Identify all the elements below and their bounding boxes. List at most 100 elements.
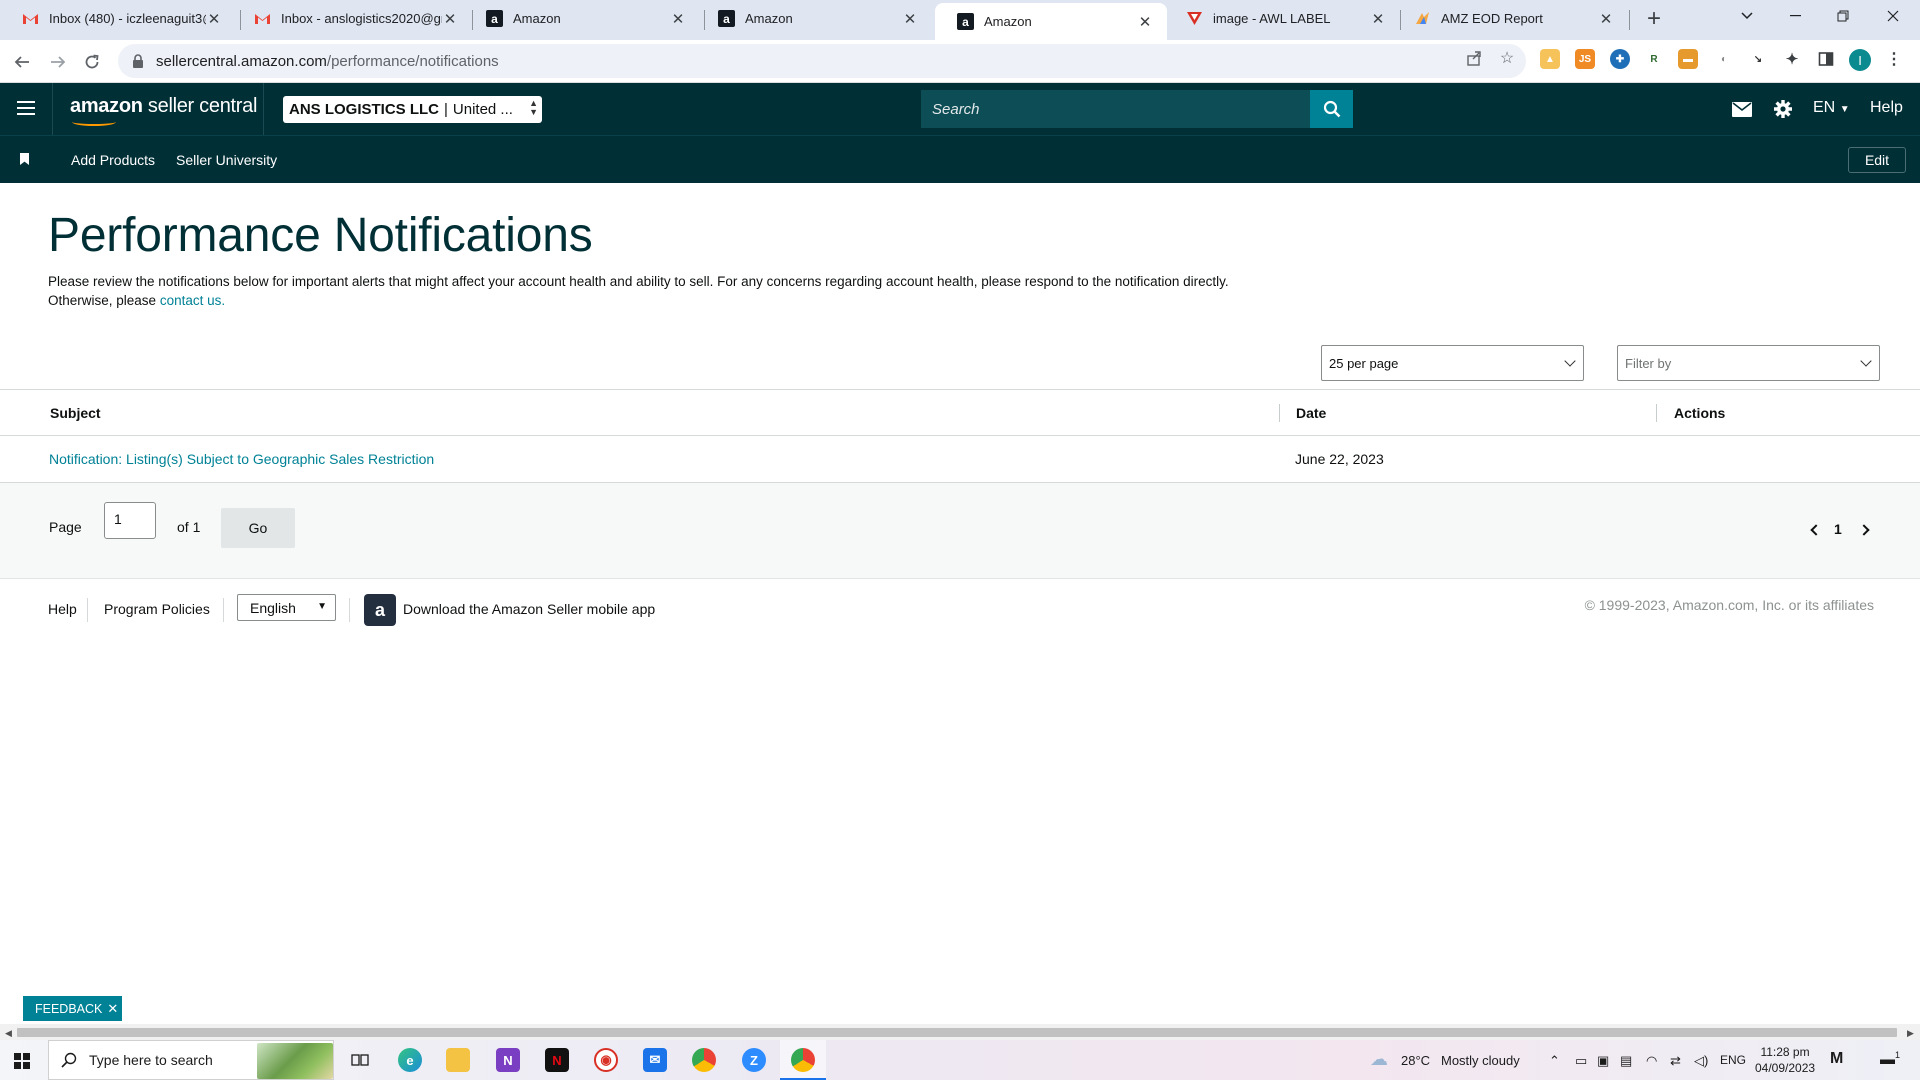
filter-select[interactable]: Filter by xyxy=(1617,345,1880,381)
battery-icon[interactable]: ▭ xyxy=(1575,1053,1587,1069)
extension-icon[interactable]: ✚ xyxy=(1610,49,1630,69)
tab-search-icon[interactable] xyxy=(1724,0,1770,32)
edit-button[interactable]: Edit xyxy=(1848,147,1906,173)
network-icon[interactable]: ⇄ xyxy=(1670,1053,1681,1069)
search-input[interactable]: Search xyxy=(921,90,1310,128)
stepper-arrows-icon: ▲ ▼ xyxy=(529,98,538,117)
mail-app-icon[interactable]: ✉ xyxy=(643,1048,667,1072)
nav-add-products[interactable]: Add Products xyxy=(71,152,155,168)
extension-icon[interactable]: ◐ xyxy=(1714,49,1734,69)
extension-icon[interactable]: ▲ xyxy=(1540,49,1560,69)
settings-gear-icon[interactable] xyxy=(1772,99,1794,119)
netflix-icon[interactable]: N xyxy=(545,1048,569,1072)
forward-icon[interactable] xyxy=(44,48,72,76)
chevron-left-icon[interactable] xyxy=(1810,524,1822,536)
close-icon[interactable]: ✕ xyxy=(902,11,918,28)
program-policies-link[interactable]: Program Policies xyxy=(104,601,210,617)
volume-icon[interactable]: ◁) xyxy=(1694,1053,1708,1069)
address-bar[interactable]: sellercentral.amazon.com/performance/not… xyxy=(118,44,1526,78)
seller-central-logo[interactable]: amazon seller central xyxy=(70,95,257,126)
profile-avatar[interactable]: I xyxy=(1849,49,1871,71)
weather-temperature[interactable]: 28°C xyxy=(1401,1053,1430,1068)
browser-tab[interactable]: a Amazon ✕ xyxy=(696,0,932,37)
close-icon[interactable]: ✕ xyxy=(442,11,458,28)
weather-cloud-icon[interactable]: ☁ xyxy=(1370,1049,1388,1070)
file-explorer-icon[interactable] xyxy=(446,1048,470,1072)
chrome-active-icon[interactable] xyxy=(791,1048,815,1072)
feedback-button[interactable]: FEEDBACK ✕ xyxy=(23,996,122,1021)
notification-subject-link[interactable]: Notification: Listing(s) Subject to Geog… xyxy=(49,451,434,467)
close-icon[interactable]: ✕ xyxy=(1598,11,1614,28)
extension-icon[interactable]: ▬ xyxy=(1678,49,1698,69)
onenote-icon[interactable]: N xyxy=(496,1048,520,1072)
app-tray-icon[interactable]: M xyxy=(1830,1050,1843,1068)
amazon-seller-app-icon[interactable]: a xyxy=(364,594,396,626)
help-link[interactable]: Help xyxy=(1870,99,1903,117)
task-view-icon[interactable] xyxy=(348,1048,372,1072)
extension-icon[interactable]: ↘ xyxy=(1748,49,1768,69)
chevron-up-icon[interactable]: ⌃ xyxy=(1549,1053,1560,1069)
input-language[interactable]: ENG xyxy=(1720,1053,1746,1067)
bookmark-icon[interactable] xyxy=(20,153,29,165)
per-page-select[interactable]: 25 per page xyxy=(1321,345,1584,381)
recorder-icon[interactable]: ◉ xyxy=(594,1048,618,1072)
close-icon[interactable]: ✕ xyxy=(1370,11,1386,28)
system-clock[interactable]: 11:28 pm 04/09/2023 xyxy=(1755,1044,1815,1076)
share-icon[interactable] xyxy=(1464,48,1484,68)
browser-tab[interactable]: AMZ EOD Report ✕ xyxy=(1392,0,1628,37)
display-icon[interactable]: ▤ xyxy=(1620,1053,1632,1069)
language-selector[interactable]: EN ▼ xyxy=(1813,99,1850,117)
download-app-link[interactable]: Download the Amazon Seller mobile app xyxy=(403,601,655,617)
lock-icon[interactable] xyxy=(132,54,146,68)
meet-icon[interactable]: ▣ xyxy=(1597,1053,1609,1069)
weather-description[interactable]: Mostly cloudy xyxy=(1441,1053,1520,1068)
edge-browser-icon[interactable]: e xyxy=(398,1048,422,1072)
extensions-puzzle-icon[interactable]: ✦ xyxy=(1782,49,1802,69)
notifications-icon[interactable]: ▬1 xyxy=(1880,1050,1900,1068)
scroll-right-icon[interactable]: ▶ xyxy=(1907,1028,1914,1039)
restore-icon[interactable] xyxy=(1820,0,1866,32)
go-button[interactable]: Go xyxy=(221,508,295,548)
wifi-icon[interactable]: ◠ xyxy=(1646,1053,1657,1069)
close-icon[interactable]: ✕ xyxy=(107,1001,118,1017)
account-switcher[interactable]: ANS LOGISTICS LLC | United ... ▲ ▼ xyxy=(283,96,542,123)
browser-tab[interactable]: Inbox (480) - iczleenaguit3@gm ✕ xyxy=(0,0,236,37)
footer-language-select[interactable]: English ▼ xyxy=(237,594,336,621)
browser-tab-active[interactable]: a Amazon ✕ xyxy=(935,3,1167,40)
column-header-subject[interactable]: Subject xyxy=(50,405,101,421)
scrollbar-thumb[interactable] xyxy=(17,1028,1897,1037)
contact-us-link[interactable]: contact us. xyxy=(160,293,225,308)
mail-icon[interactable] xyxy=(1731,99,1753,119)
chevron-right-icon[interactable] xyxy=(1858,524,1870,536)
back-icon[interactable] xyxy=(8,48,36,76)
browser-tab[interactable]: Inbox - anslogistics2020@gma ✕ xyxy=(232,0,472,37)
page-number-input[interactable]: 1 xyxy=(104,502,156,539)
scroll-left-icon[interactable]: ◀ xyxy=(5,1028,12,1039)
minimize-icon[interactable] xyxy=(1772,0,1818,32)
zoom-icon[interactable]: Z xyxy=(742,1048,766,1072)
new-tab-icon[interactable]: + xyxy=(1640,5,1668,33)
extension-js-icon[interactable]: JS xyxy=(1575,49,1595,69)
taskbar-search-input[interactable]: Type here to search xyxy=(48,1040,334,1080)
horizontal-scrollbar[interactable]: ◀ ▶ xyxy=(0,1024,1920,1041)
current-page-number[interactable]: 1 xyxy=(1834,521,1842,537)
gmail-icon xyxy=(254,10,271,27)
windows-start-icon[interactable] xyxy=(14,1053,30,1069)
close-window-icon[interactable] xyxy=(1870,0,1916,32)
side-panel-icon[interactable] xyxy=(1816,49,1836,69)
search-button[interactable] xyxy=(1310,90,1353,128)
close-icon[interactable]: ✕ xyxy=(670,11,686,28)
browser-menu-icon[interactable]: ⋮ xyxy=(1884,49,1904,69)
reload-icon[interactable] xyxy=(78,48,106,76)
column-header-date[interactable]: Date xyxy=(1296,405,1326,421)
browser-tab[interactable]: a Amazon ✕ xyxy=(464,0,700,37)
hamburger-menu-icon[interactable] xyxy=(14,97,38,121)
nav-seller-university[interactable]: Seller University xyxy=(176,152,277,168)
footer-help-link[interactable]: Help xyxy=(48,601,77,617)
close-icon[interactable]: ✕ xyxy=(206,11,222,28)
bookmark-star-icon[interactable]: ☆ xyxy=(1497,48,1517,68)
close-icon[interactable]: ✕ xyxy=(1137,14,1153,31)
browser-tab[interactable]: image - AWL LABEL ✕ xyxy=(1164,0,1400,37)
chrome-icon[interactable] xyxy=(692,1048,716,1072)
extension-icon[interactable]: R xyxy=(1644,49,1664,69)
